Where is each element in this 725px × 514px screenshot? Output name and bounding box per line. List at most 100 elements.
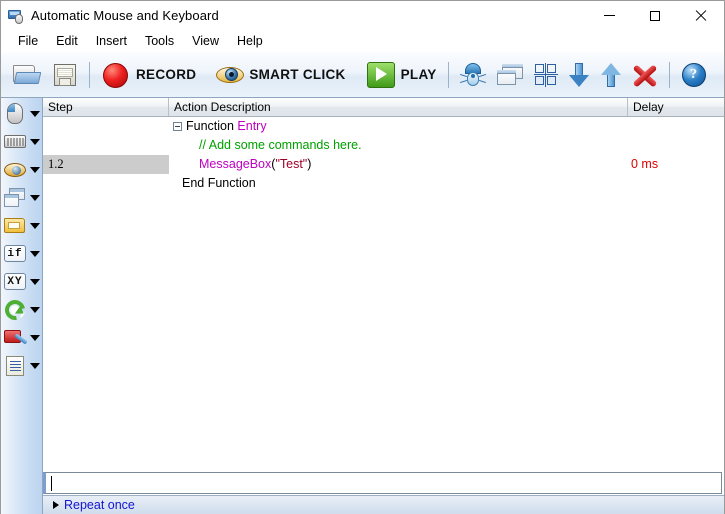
- play-triangle-icon[interactable]: [53, 501, 59, 509]
- sidebar-item-keyboard-commands[interactable]: [1, 128, 42, 156]
- folder-icon: [3, 214, 27, 238]
- menu-item-help[interactable]: Help: [228, 32, 272, 50]
- chevron-down-icon[interactable]: [30, 251, 40, 257]
- arrow-up-icon: [600, 62, 622, 88]
- sidebar-item-file-commands[interactable]: [1, 212, 42, 240]
- toolbar-separator-3: [668, 61, 670, 88]
- mouse-icon: [3, 102, 27, 126]
- eye-icon: [3, 158, 27, 182]
- xy-icon: XY: [3, 270, 27, 294]
- sidebar-item-condition-commands[interactable]: if: [1, 240, 42, 268]
- menu-item-file[interactable]: File: [9, 32, 47, 50]
- record-label: RECORD: [136, 67, 197, 82]
- window-list-button[interactable]: [491, 54, 529, 96]
- script-icon: [3, 354, 27, 378]
- repeat-mode-link[interactable]: Repeat once: [64, 498, 135, 512]
- command-sidebar: if XY: [1, 98, 43, 514]
- sidebar-item-script-commands[interactable]: [1, 352, 42, 380]
- minimize-button[interactable]: [586, 1, 632, 30]
- chevron-down-icon[interactable]: [30, 363, 40, 369]
- tree-collapse-icon[interactable]: [173, 122, 182, 132]
- save-button[interactable]: [47, 54, 83, 96]
- menu-item-edit[interactable]: Edit: [47, 32, 87, 50]
- cell-step: 1.2: [43, 155, 169, 174]
- table-row[interactable]: End Function: [43, 174, 724, 193]
- command-input[interactable]: [43, 472, 722, 494]
- code-segment: ): [307, 157, 312, 171]
- debug-button[interactable]: [455, 54, 491, 96]
- sidebar-item-coordinate-commands[interactable]: XY: [1, 268, 42, 296]
- grid-select-icon: [533, 62, 558, 87]
- cell-action-description: // Add some commands here.: [169, 136, 628, 155]
- toolbar: RECORD SMART CLICK PLAY ?: [1, 52, 724, 98]
- column-header-action-description[interactable]: Action Description: [169, 98, 628, 116]
- help-button[interactable]: ?: [676, 54, 712, 96]
- list-header: Step Action Description Delay: [43, 98, 724, 117]
- sidebar-item-window-commands[interactable]: [1, 184, 42, 212]
- toolbar-separator-2: [447, 61, 449, 88]
- loop-icon: [1, 296, 29, 324]
- move-up-button[interactable]: [595, 54, 627, 96]
- chevron-down-icon[interactable]: [30, 307, 40, 313]
- close-icon: [695, 10, 707, 22]
- eye-icon: [216, 64, 245, 86]
- arrow-down-icon: [568, 62, 590, 88]
- delete-button[interactable]: [627, 54, 663, 96]
- table-row[interactable]: Function Entry: [43, 117, 724, 136]
- cell-action-description: Function Entry: [169, 117, 628, 136]
- play-button[interactable]: PLAY: [361, 54, 442, 96]
- menu-item-view[interactable]: View: [183, 32, 228, 50]
- smart-click-label: SMART CLICK: [249, 67, 346, 82]
- record-button[interactable]: RECORD: [96, 54, 201, 96]
- cell-action-description: End Function: [169, 174, 628, 193]
- table-row[interactable]: // Add some commands here.: [43, 136, 724, 155]
- cell-step: [43, 117, 169, 136]
- smart-click-button[interactable]: SMART CLICK: [211, 54, 350, 96]
- sidebar-item-tool-commands[interactable]: [1, 324, 42, 352]
- if-icon: if: [3, 242, 27, 266]
- chevron-down-icon[interactable]: [30, 195, 40, 201]
- cell-action-description: MessageBox("Test"): [169, 155, 628, 174]
- chevron-down-icon[interactable]: [30, 139, 40, 145]
- code-segment: MessageBox: [199, 157, 272, 171]
- column-header-delay[interactable]: Delay: [628, 98, 724, 116]
- maximize-button[interactable]: [632, 1, 678, 30]
- play-label: PLAY: [400, 67, 437, 82]
- sidebar-item-loop-commands[interactable]: [1, 296, 42, 324]
- help-question-icon: ?: [681, 62, 707, 88]
- column-header-step[interactable]: Step: [43, 98, 169, 116]
- chevron-down-icon[interactable]: [30, 167, 40, 173]
- help-glyph: ?: [681, 62, 706, 87]
- windows-icon: [496, 63, 524, 87]
- xy-icon-label: XY: [4, 273, 26, 290]
- code-segment: Entry: [237, 119, 267, 133]
- chevron-down-icon[interactable]: [30, 279, 40, 285]
- open-button[interactable]: [7, 54, 47, 96]
- cell-delay: 0 ms: [631, 157, 659, 171]
- table-row[interactable]: 1.2 MessageBox("Test") 0 ms: [43, 155, 724, 174]
- close-button[interactable]: [678, 1, 724, 30]
- code-segment: End Function: [182, 176, 256, 190]
- chevron-down-icon[interactable]: [30, 111, 40, 117]
- window-controls: [586, 1, 724, 30]
- cell-delay: [628, 117, 724, 136]
- move-down-button[interactable]: [563, 54, 595, 96]
- chevron-down-icon[interactable]: [30, 335, 40, 341]
- menu-item-tools[interactable]: Tools: [136, 32, 183, 50]
- select-region-button[interactable]: [529, 54, 563, 96]
- sidebar-item-mouse-commands[interactable]: [1, 100, 42, 128]
- code-segment: Function: [186, 119, 238, 133]
- cell-step: [43, 136, 169, 155]
- bug-icon: [459, 62, 486, 88]
- sidebar-item-smart-click-commands[interactable]: [1, 156, 42, 184]
- red-x-delete-icon: [632, 63, 658, 88]
- app-monitor-mouse-icon: [8, 8, 24, 24]
- cell-delay: [628, 174, 724, 193]
- floppy-save-icon: [52, 62, 78, 88]
- windows-icon: [3, 186, 27, 210]
- red-record-dot-icon: [101, 61, 131, 89]
- cell-step: [43, 174, 169, 193]
- chevron-down-icon[interactable]: [30, 223, 40, 229]
- toolbox-icon: [3, 326, 27, 350]
- menu-item-insert[interactable]: Insert: [87, 32, 136, 50]
